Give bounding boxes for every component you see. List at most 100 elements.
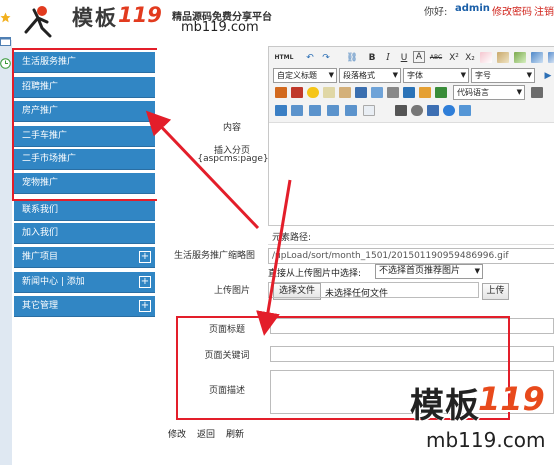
more-icon[interactable]: [548, 52, 554, 63]
watermark-url: mb119.com: [426, 428, 546, 452]
preview-icon[interactable]: [411, 105, 423, 116]
change-password-link[interactable]: 修改密码: [492, 3, 532, 18]
format-brush-icon[interactable]: [497, 52, 509, 63]
music-icon[interactable]: [371, 87, 383, 98]
thumbnail-label: 生活服务推广缩略图: [173, 251, 255, 261]
sidebar-item-join[interactable]: 加入我们: [14, 223, 155, 244]
content-label: 内容: [222, 123, 241, 133]
anchor-icon[interactable]: [387, 87, 399, 98]
refresh-button[interactable]: 刷新: [223, 428, 247, 445]
border-a-button[interactable]: A: [413, 51, 425, 63]
chevron-down-icon: ▼: [392, 71, 398, 79]
underline-button[interactable]: U: [397, 51, 411, 65]
site-url: mb119.com: [181, 20, 259, 35]
font-select[interactable]: 字体 ▼: [403, 68, 469, 83]
expand-plus-icon[interactable]: +: [139, 300, 151, 312]
expand-plus-icon[interactable]: +: [139, 276, 151, 288]
star-icon[interactable]: [0, 12, 11, 23]
watermark-text: 模板: [410, 386, 480, 426]
left-strip: [0, 40, 12, 465]
chevron-down-icon: ▼: [526, 71, 532, 79]
sidebar-item-news[interactable]: 新闻中心 | 添加 +: [14, 272, 155, 293]
clock-icon[interactable]: [0, 58, 11, 69]
select-value: 代码语言: [457, 88, 489, 97]
user-name[interactable]: admin: [455, 3, 490, 14]
sidebar-item-label: 联系我们: [22, 205, 59, 215]
header: 模板 119 精品源码免费分享平台 mb119.com 你好: admin 修改…: [0, 0, 554, 40]
redo-icon[interactable]: ↷: [319, 51, 333, 65]
strikethrough-button[interactable]: ABC: [427, 51, 445, 65]
attachment-icon[interactable]: [339, 87, 351, 98]
background-icon[interactable]: [435, 87, 447, 98]
superscript-button[interactable]: X²: [447, 51, 461, 65]
sidebar-item-projects[interactable]: 推广项目 +: [14, 247, 155, 268]
delete-col-icon[interactable]: [345, 105, 357, 116]
custom-title-select[interactable]: 自定义标题 ▼: [273, 68, 337, 83]
help-icon[interactable]: [443, 105, 455, 116]
logo-number: 119: [118, 3, 162, 27]
chevron-down-icon: ▼: [474, 267, 480, 275]
sidebar-item-label: 其它管理: [22, 301, 59, 311]
undo-icon[interactable]: ↶: [303, 51, 317, 65]
bold-button[interactable]: B: [365, 51, 379, 65]
chevron-down-icon: ▼: [328, 71, 334, 79]
template-icon[interactable]: [419, 87, 431, 98]
thumbnail-path-input[interactable]: /upLoad/sort/month_1501/2015011909594869…: [268, 248, 554, 264]
recommend-image-select[interactable]: 不选择首页推荐图片 ▼: [375, 264, 483, 279]
logo-text: 模板: [72, 5, 118, 30]
sidebar-item-label: 新闻中心 | 添加: [22, 277, 85, 287]
map-icon[interactable]: [403, 87, 415, 98]
eraser-icon[interactable]: [480, 52, 492, 63]
watermark-number: 119: [478, 380, 545, 418]
select-value: 自定义标题: [277, 71, 317, 80]
scrawl-icon[interactable]: [323, 87, 335, 98]
insert-row-icon[interactable]: [291, 105, 303, 116]
paragraph-select[interactable]: 段落格式 ▼: [339, 68, 401, 83]
upload-button[interactable]: 上传: [482, 283, 509, 300]
rich-text-editor[interactable]: HTML ↶ ↷ ⛓ B I U A ABC X² X₂ 自定义标题 ▼ 段落格式…: [268, 46, 554, 226]
delete-row-icon[interactable]: [309, 105, 321, 116]
chevron-down-icon: ▼: [460, 71, 466, 79]
emoticon-icon[interactable]: [307, 87, 319, 98]
edit-button[interactable]: 修改: [165, 428, 189, 445]
upload-label: 上传图片: [213, 286, 250, 296]
chevron-down-icon: ▼: [516, 88, 522, 96]
sidebar-item-label: 推广项目: [22, 252, 59, 262]
hr-icon[interactable]: [531, 87, 543, 98]
print-icon[interactable]: [395, 105, 407, 116]
choose-file-button[interactable]: 选择文件: [273, 283, 321, 300]
subscript-button[interactable]: X₂: [463, 51, 477, 65]
select-value: 字体: [407, 71, 423, 80]
sidebar-item-label: 加入我们: [22, 228, 59, 238]
font-size-select[interactable]: 字号 ▼: [471, 68, 535, 83]
editor-toolbar: HTML ↶ ↷ ⛓ B I U A ABC X² X₂ 自定义标题 ▼ 段落格式…: [269, 47, 554, 123]
paste-icon[interactable]: [514, 52, 526, 63]
flash-icon[interactable]: [291, 87, 303, 98]
html-source-button[interactable]: HTML: [273, 51, 295, 65]
insert-col-icon[interactable]: [327, 105, 339, 116]
table-icon[interactable]: [275, 105, 287, 116]
sidebar-item-contact[interactable]: 联系我们: [14, 200, 155, 221]
select-value: 不选择首页推荐图片: [379, 266, 461, 276]
element-path-label: 元素路径:: [272, 233, 312, 243]
expand-plus-icon[interactable]: +: [139, 251, 151, 263]
select-value: 段落格式: [343, 71, 375, 80]
clear-icon[interactable]: [531, 52, 543, 63]
search-replace-icon[interactable]: [427, 105, 439, 116]
image-icon[interactable]: [275, 87, 287, 98]
select-value: 字号: [475, 71, 491, 80]
italic-button[interactable]: I: [381, 51, 395, 65]
back-button[interactable]: 返回: [194, 428, 218, 445]
fullscreen-icon[interactable]: [459, 105, 471, 116]
direction-icon[interactable]: ▶: [541, 69, 554, 83]
logout-link[interactable]: 注销: [534, 3, 554, 18]
code-language-select[interactable]: 代码语言 ▼: [453, 85, 525, 100]
window-icon[interactable]: [0, 36, 11, 47]
sidebar-item-other[interactable]: 其它管理 +: [14, 296, 155, 317]
greeting: 你好:: [424, 7, 448, 18]
merge-icon[interactable]: [363, 105, 375, 116]
video-icon[interactable]: [355, 87, 367, 98]
link-icon[interactable]: ⛓: [345, 51, 359, 65]
logo-icon: [24, 6, 52, 38]
choose-from-label: 直接从上传图片中选择:: [268, 269, 362, 279]
